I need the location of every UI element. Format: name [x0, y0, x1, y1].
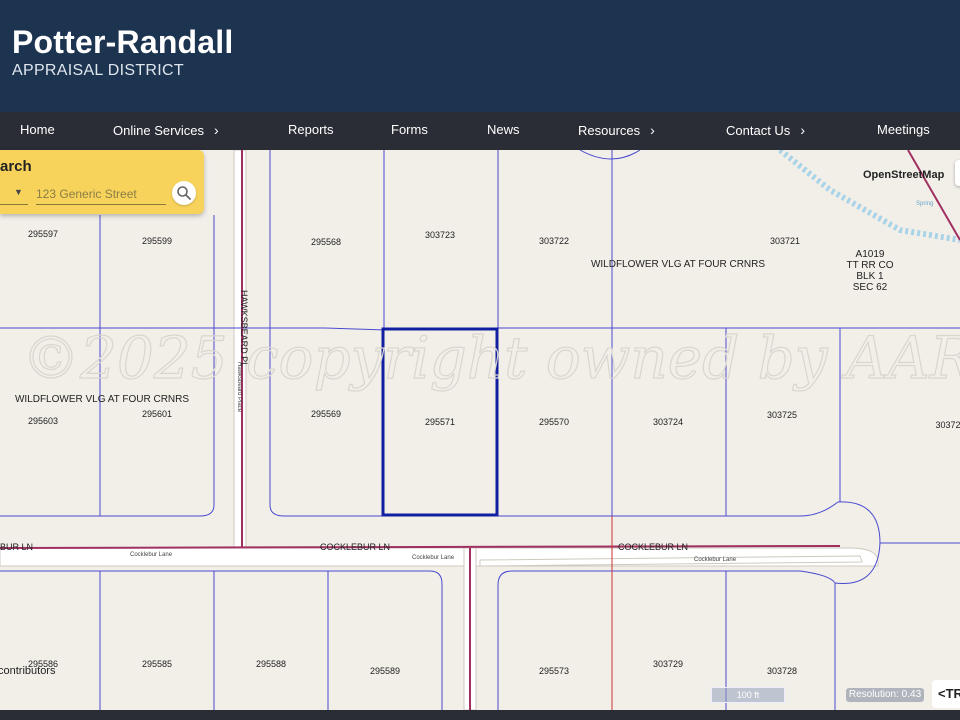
- chevron-right-icon: ›: [650, 122, 655, 138]
- street-label: COCKLEBUR LN: [618, 542, 688, 552]
- nav-reports-label: Reports: [288, 122, 334, 137]
- nav-meetings-label: Meetings: [877, 122, 930, 137]
- parcel-label[interactable]: 295569: [311, 409, 341, 419]
- nav-news[interactable]: News: [487, 112, 520, 150]
- layer-label[interactable]: OpenStreetMap: [863, 169, 945, 181]
- nav-news-label: News: [487, 122, 520, 137]
- copyright-watermark: ©2025 copyright owned by AAR: [22, 324, 960, 392]
- survey-label: BLK 1: [856, 271, 884, 282]
- street-label: Cocklebur Lane: [412, 555, 455, 561]
- subdivision-label: WILDFLOWER VLG AT FOUR CRNRS: [591, 259, 765, 270]
- search-button[interactable]: [172, 181, 196, 205]
- nav-resources[interactable]: Resources ›: [578, 112, 655, 150]
- street-surfaces: [0, 150, 960, 710]
- road-centerlines: [0, 150, 960, 710]
- parcel-label[interactable]: 303721: [770, 236, 800, 246]
- nav-reports[interactable]: Reports: [288, 112, 334, 150]
- scale-bar: 100 ft: [711, 687, 785, 703]
- street-label: BUR LN: [0, 542, 33, 552]
- nav-home-label: Home: [20, 122, 55, 137]
- survey-label: A1019: [856, 249, 885, 260]
- panel-toggle-button[interactable]: <TR: [932, 680, 960, 708]
- parcel-labels: 295597 295599 295568 303723 303722 30372…: [28, 229, 960, 676]
- parcel-label[interactable]: 303724: [653, 417, 683, 427]
- survey-label: SEC 62: [853, 282, 888, 293]
- nav-contact-us[interactable]: Contact Us ›: [726, 112, 805, 150]
- brand-subtitle: APPRAISAL DISTRICT: [12, 62, 184, 79]
- search-icon: [177, 186, 191, 200]
- nav-home[interactable]: Home: [20, 112, 55, 150]
- parcel-label[interactable]: 295599: [142, 236, 172, 246]
- site-header: Potter-Randall APPRAISAL DISTRICT: [0, 0, 960, 112]
- search-title: arch: [0, 158, 32, 175]
- brand-title[interactable]: Potter-Randall: [12, 24, 234, 61]
- parcel-label[interactable]: 303722: [539, 236, 569, 246]
- layer-toggle-button[interactable]: [955, 160, 960, 186]
- street-label: Cocklebur Lane: [694, 557, 737, 563]
- parcel-label[interactable]: 30372: [935, 420, 960, 430]
- survey-label: TT RR CO: [846, 260, 893, 271]
- bottom-bar: [0, 710, 960, 720]
- street-label: Cocklebur Lane: [130, 552, 173, 558]
- parcel-label[interactable]: 303723: [425, 230, 455, 240]
- parcel-map[interactable]: ©2025 copyright owned by AAR 295597 2955…: [0, 150, 960, 710]
- map-attribution[interactable]: contributors: [0, 665, 55, 677]
- search-type-select[interactable]: ▼: [0, 184, 28, 205]
- parcel-label[interactable]: 295603: [28, 416, 58, 426]
- parcel-lines: [0, 150, 960, 710]
- chevron-right-icon: ›: [800, 122, 805, 138]
- nav-online-services-label: Online Services: [113, 123, 205, 138]
- main-nav: Home Online Services › Reports Forms News…: [0, 112, 960, 150]
- parcel-label[interactable]: 295601: [142, 409, 172, 419]
- nav-resources-label: Resources: [578, 123, 641, 138]
- nav-forms[interactable]: Forms: [391, 112, 428, 150]
- parcel-label[interactable]: 303728: [767, 666, 797, 676]
- parcel-label[interactable]: 295570: [539, 417, 569, 427]
- map-canvas[interactable]: ©2025 copyright owned by AAR 295597 2955…: [0, 150, 960, 710]
- parcel-label[interactable]: 295573: [539, 666, 569, 676]
- search-input[interactable]: [36, 184, 166, 205]
- resolution-indicator: Resolution: 0.43: [846, 688, 924, 702]
- parcel-label[interactable]: 295585: [142, 659, 172, 669]
- nav-forms-label: Forms: [391, 122, 428, 137]
- nav-meetings[interactable]: Meetings: [877, 112, 930, 150]
- subdivision-label: WILDFLOWER VLG AT FOUR CRNRS: [15, 394, 189, 405]
- street-label: Hawksbeard Place: [236, 362, 242, 413]
- parcel-label[interactable]: 295589: [370, 666, 400, 676]
- street-label: COCKLEBUR LN: [320, 542, 390, 552]
- parcel-label[interactable]: 295588: [256, 659, 286, 669]
- chevron-right-icon: ›: [214, 122, 219, 138]
- parcel-label[interactable]: 295597: [28, 229, 58, 239]
- parcel-label[interactable]: 295568: [311, 237, 341, 247]
- caret-down-icon: ▼: [14, 187, 23, 197]
- nav-online-services[interactable]: Online Services ›: [113, 112, 219, 150]
- waterway-label: Spring: [916, 201, 933, 207]
- parcel-label[interactable]: 295571: [425, 417, 455, 427]
- parcel-label[interactable]: 303729: [653, 659, 683, 669]
- nav-contact-us-label: Contact Us: [726, 123, 791, 138]
- parcel-label[interactable]: 303725: [767, 410, 797, 420]
- street-label: HAWKSBEARD PL: [239, 290, 249, 367]
